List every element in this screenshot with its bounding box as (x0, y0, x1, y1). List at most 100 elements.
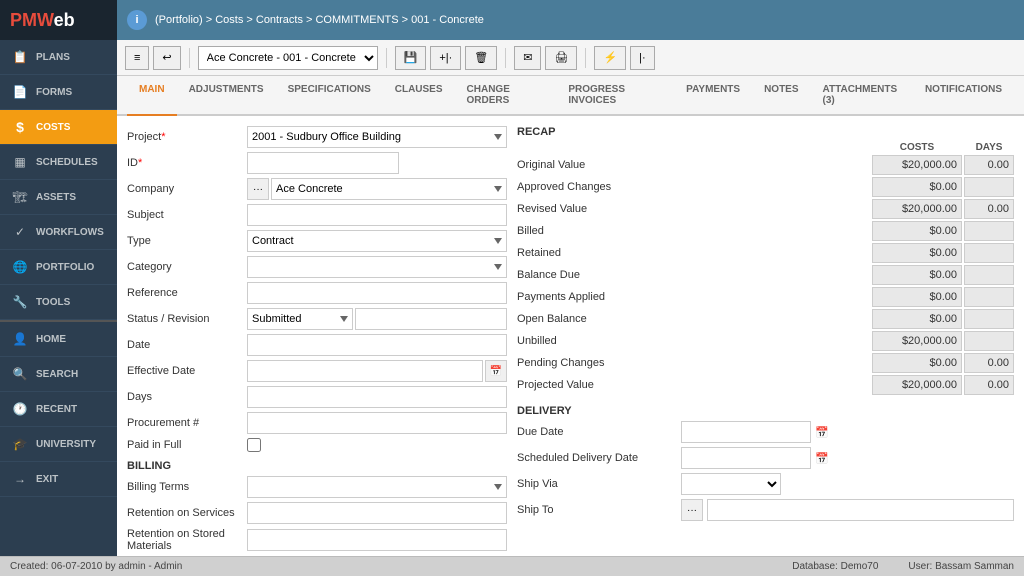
sidebar-label-schedules: SCHEDULES (36, 157, 98, 168)
retention-services-row: Retention on Services 10.00% (127, 502, 507, 524)
procurement-row: Procurement # (127, 412, 507, 434)
delivery-section: DELIVERY Due Date 06-07-2010 📅 Scheduled… (517, 405, 1014, 521)
company-select[interactable]: Ace Concrete (271, 178, 507, 200)
retention-stored-input[interactable]: 10.00% (247, 529, 507, 551)
recap-costs-input (872, 287, 962, 307)
sidebar-item-home[interactable]: 👤 HOME (0, 320, 117, 357)
tab-change-orders[interactable]: CHANGE ORDERS (455, 76, 557, 116)
print-button[interactable]: 🖨 (545, 46, 577, 70)
effective-date-group: 📅 (247, 360, 507, 382)
back-button[interactable]: ↩ (153, 46, 180, 70)
sidebar-item-costs[interactable]: $ COSTS (0, 110, 117, 145)
retention-services-input[interactable]: 10.00% (247, 502, 507, 524)
recap-row: Retained (517, 243, 1014, 263)
sidebar-item-portfolio[interactable]: 🌐 PORTFOLIO (0, 250, 117, 285)
sidebar-label-portfolio: PORTFOLIO (36, 262, 94, 273)
recap-costs-input (872, 199, 962, 219)
ship-via-select[interactable] (681, 473, 781, 495)
tools-icon: 🔧 (12, 294, 28, 310)
id-label: ID* (127, 157, 247, 169)
paid-checkbox[interactable] (247, 438, 261, 452)
project-row: Project* 2001 - Sudbury Office Building (127, 126, 507, 148)
record-select[interactable]: Ace Concrete - 001 - Concrete (198, 46, 378, 70)
category-row: Category (127, 256, 507, 278)
sidebar-label-home: HOME (36, 334, 66, 345)
tab-clauses[interactable]: CLAUSES (383, 76, 455, 116)
menu-button[interactable]: ≡ (125, 46, 149, 70)
info-icon[interactable]: i (127, 10, 147, 30)
procurement-input[interactable] (247, 412, 507, 434)
ship-to-dots-button[interactable]: ··· (681, 499, 703, 521)
type-row: Type Contract (127, 230, 507, 252)
scheduled-cal-icon[interactable]: 📅 (815, 452, 829, 465)
due-date-label: Due Date (517, 426, 677, 438)
tab-payments[interactable]: PAYMENTS (674, 76, 752, 116)
save-button[interactable]: 💾 (395, 46, 427, 70)
project-select[interactable]: 2001 - Sudbury Office Building (247, 126, 507, 148)
days-input[interactable]: 0.00 (247, 386, 507, 408)
ship-to-row: Ship To ··· (517, 499, 1014, 521)
company-group: ··· Ace Concrete (247, 178, 507, 200)
lightning-button[interactable]: ⚡ (594, 46, 626, 70)
sidebar-item-university[interactable]: 🎓 UNIVERSITY (0, 427, 117, 462)
category-label: Category (127, 261, 247, 273)
recap-days-input (964, 243, 1014, 263)
sidebar-item-recent[interactable]: 🕐 RECENT (0, 392, 117, 427)
recap-rows: Original Value Approved Changes Revised … (517, 155, 1014, 395)
category-select[interactable] (247, 256, 507, 278)
status-database: Database: Demo70 (792, 561, 878, 572)
due-date-input[interactable]: 06-07-2010 (681, 421, 811, 443)
sidebar-item-search[interactable]: 🔍 SEARCH (0, 357, 117, 392)
tab-notifications[interactable]: NOTIFICATIONS (913, 76, 1014, 116)
recap-days-input (964, 287, 1014, 307)
portfolio-icon: 🌐 (12, 259, 28, 275)
type-select[interactable]: Contract (247, 230, 507, 252)
pipe-button[interactable]: |· (630, 46, 655, 70)
scheduled-date-label: Scheduled Delivery Date (517, 452, 677, 464)
subject-input[interactable]: Concrete (247, 204, 507, 226)
paid-label: Paid in Full (127, 439, 247, 451)
recap-row-label: Billed (517, 225, 870, 237)
forms-icon: 📄 (12, 84, 28, 100)
tab-adjustments[interactable]: ADJUSTMENTS (177, 76, 276, 116)
date-input[interactable]: 06-07-2010 (247, 334, 507, 356)
billing-terms-label: Billing Terms (127, 481, 247, 493)
tab-notes[interactable]: NOTES (752, 76, 810, 116)
reference-input[interactable] (247, 282, 507, 304)
tab-progress-invoices[interactable]: PROGRESS INVOICES (556, 76, 674, 116)
revision-input[interactable]: 0 (355, 308, 507, 330)
status-select[interactable]: Submitted (247, 308, 353, 330)
sidebar-item-workflows[interactable]: ✓ WORKFLOWS (0, 215, 117, 250)
sidebar-item-forms[interactable]: 📄 FORMS (0, 75, 117, 110)
type-label: Type (127, 235, 247, 247)
effective-date-input[interactable] (247, 360, 483, 382)
sidebar-label-tools: TOOLS (36, 297, 70, 308)
status-user: User: Bassam Samman (908, 561, 1014, 572)
sidebar-item-exit[interactable]: → EXIT (0, 462, 117, 497)
sidebar-label-exit: EXIT (36, 474, 58, 485)
recap-row: Projected Value (517, 375, 1014, 395)
billing-terms-select[interactable] (247, 476, 507, 498)
sidebar-item-plans[interactable]: 📋 PLANS (0, 40, 117, 75)
date-row: Date 06-07-2010 (127, 334, 507, 356)
sidebar-item-assets[interactable]: 🏗 ASSETS (0, 180, 117, 215)
scheduled-date-input[interactable]: 06-07-2010 (681, 447, 811, 469)
tab-specifications[interactable]: SPECIFICATIONS (276, 76, 383, 116)
company-dots-button[interactable]: ··· (247, 178, 269, 200)
calendar-icon[interactable]: 📅 (485, 360, 507, 382)
delivery-header: DELIVERY (517, 405, 1014, 417)
ship-to-input[interactable] (707, 499, 1014, 521)
id-input[interactable]: 001 (247, 152, 399, 174)
tabs: MAIN ADJUSTMENTS SPECIFICATIONS CLAUSES … (117, 76, 1024, 116)
delete-button[interactable]: 🗑 (465, 46, 497, 70)
recap-row: Pending Changes (517, 353, 1014, 373)
recap-row-label: Unbilled (517, 335, 870, 347)
tab-attachments[interactable]: ATTACHMENTS (3) (811, 76, 913, 116)
add-button[interactable]: +|· (430, 46, 461, 70)
sidebar-item-tools[interactable]: 🔧 TOOLS (0, 285, 117, 320)
email-button[interactable]: ✉ (514, 46, 541, 70)
ship-to-label: Ship To (517, 504, 677, 516)
due-date-cal-icon[interactable]: 📅 (815, 426, 829, 439)
tab-main[interactable]: MAIN (127, 76, 177, 116)
sidebar-item-schedules[interactable]: ▦ SCHEDULES (0, 145, 117, 180)
